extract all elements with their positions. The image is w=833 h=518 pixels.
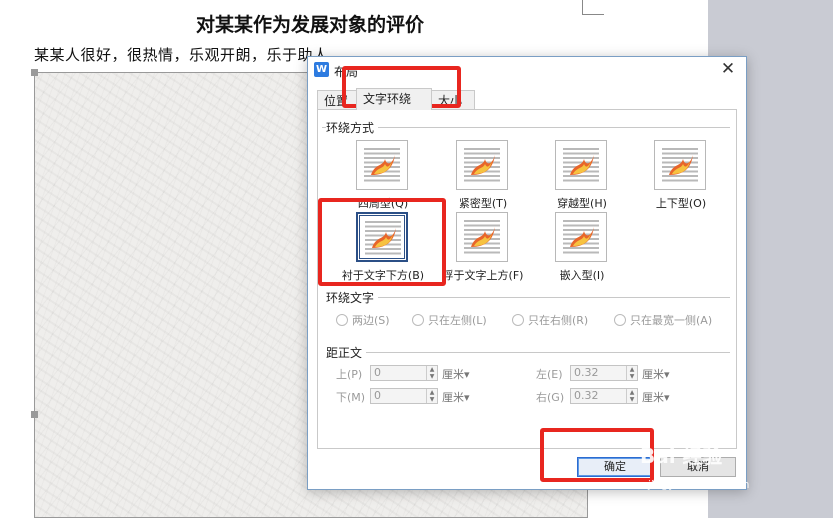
wrap-behind-text-icon bbox=[356, 212, 408, 262]
radio-label: 两边(S) bbox=[352, 314, 390, 327]
left-distance-label: 左(E) bbox=[536, 368, 563, 381]
stepper-value: 0 bbox=[374, 389, 381, 402]
radio-right-only[interactable]: 只在右侧(R) bbox=[512, 312, 588, 328]
left-distance-stepper[interactable]: 0.32 ▲ ▼ bbox=[570, 365, 638, 381]
unit-dropdown[interactable]: 厘米▾ bbox=[442, 389, 470, 405]
close-icon[interactable]: ✕ bbox=[718, 59, 738, 79]
spin-arrows-icon[interactable]: ▲ ▼ bbox=[426, 366, 437, 380]
group-divider bbox=[322, 127, 730, 128]
spin-arrows-icon[interactable]: ▲ ▼ bbox=[626, 389, 637, 403]
radio-circle-icon bbox=[336, 314, 348, 326]
radio-both-sides[interactable]: 两边(S) bbox=[336, 312, 390, 328]
right-distance-stepper[interactable]: 0.32 ▲ ▼ bbox=[570, 388, 638, 404]
wrap-option-label: 上下型(O) bbox=[655, 197, 707, 210]
document-title: 对某某作为发展对象的评价 bbox=[195, 14, 424, 36]
dialog-title: 布局 bbox=[334, 65, 359, 79]
dialog-titlebar[interactable]: W 布局 ✕ bbox=[308, 57, 746, 83]
baidu-watermark-url: jingyan.baidu.com bbox=[648, 478, 750, 491]
stepper-value: 0 bbox=[374, 366, 381, 379]
wrap-option-inline[interactable]: 嵌入型(I) bbox=[555, 212, 675, 290]
wrap-in-front-icon bbox=[456, 212, 508, 262]
radio-circle-icon bbox=[412, 314, 424, 326]
right-distance-label: 右(G) bbox=[536, 391, 565, 404]
wrap-option-label: 衬于文字下方(B) bbox=[341, 269, 425, 282]
tab-text-wrapping[interactable]: 文字环绕 bbox=[356, 88, 432, 110]
bottom-distance-stepper[interactable]: 0 ▲ ▼ bbox=[370, 388, 438, 404]
radio-circle-icon bbox=[614, 314, 626, 326]
tab-position[interactable]: 位置 bbox=[317, 90, 357, 110]
stepper-value: 0.32 bbox=[574, 366, 599, 379]
group-divider bbox=[366, 352, 730, 353]
baidu-watermark-logo: Bai 经验 bbox=[640, 444, 723, 468]
wrap-square-icon bbox=[356, 140, 408, 190]
tab-panel: 环绕方式 四周型(Q) 紧密型(T) 穿越型(H) 上下型(O) 衬于文字下方(… bbox=[317, 109, 737, 449]
wrap-option-label: 浮于文字上方(F) bbox=[442, 269, 524, 282]
resize-handle[interactable] bbox=[31, 411, 38, 418]
wrap-option-label: 四周型(Q) bbox=[357, 197, 409, 210]
radio-label: 只在最宽一侧(A) bbox=[630, 314, 713, 327]
resize-handle[interactable] bbox=[31, 69, 38, 76]
document-body-text: 某某人很好，很热情，乐观开朗，乐于助人 bbox=[34, 46, 329, 64]
radio-label: 只在左侧(L) bbox=[428, 314, 487, 327]
unit-dropdown[interactable]: 厘米▾ bbox=[642, 389, 670, 405]
unit-dropdown[interactable]: 厘米▾ bbox=[442, 366, 470, 382]
wrap-option-top-bottom[interactable]: 上下型(O) bbox=[654, 140, 774, 218]
wrap-option-label: 嵌入型(I) bbox=[559, 269, 605, 282]
radio-widest-side[interactable]: 只在最宽一侧(A) bbox=[614, 312, 712, 328]
wrap-through-icon bbox=[555, 140, 607, 190]
top-distance-label: 上(P) bbox=[336, 368, 363, 381]
radio-circle-icon bbox=[512, 314, 524, 326]
wps-app-icon: W bbox=[314, 62, 329, 77]
top-distance-stepper[interactable]: 0 ▲ ▼ bbox=[370, 365, 438, 381]
distance-group-label: 距正文 bbox=[326, 344, 363, 361]
spin-arrows-icon[interactable]: ▲ ▼ bbox=[626, 366, 637, 380]
group-divider bbox=[378, 297, 730, 298]
wrap-option-label: 紧密型(T) bbox=[458, 197, 508, 210]
wrap-inline-icon bbox=[555, 212, 607, 262]
wrap-top-bottom-icon bbox=[654, 140, 706, 190]
spin-arrows-icon[interactable]: ▲ ▼ bbox=[426, 389, 437, 403]
radio-label: 只在右侧(R) bbox=[528, 314, 589, 327]
bottom-distance-label: 下(M) bbox=[336, 391, 366, 404]
stepper-value: 0.32 bbox=[574, 389, 599, 402]
wrap-option-label: 穿越型(H) bbox=[557, 197, 607, 210]
wrap-text-group-label: 环绕文字 bbox=[326, 289, 375, 306]
wrap-style-group-label: 环绕方式 bbox=[326, 119, 379, 136]
layout-dialog: W 布局 ✕ 位置 文字环绕 大小 环绕方式 四周型(Q) 紧密型(T) 穿越型… bbox=[307, 56, 747, 490]
radio-left-only[interactable]: 只在左侧(L) bbox=[412, 312, 487, 328]
tab-size[interactable]: 大小 bbox=[431, 90, 475, 110]
wrap-tight-icon bbox=[456, 140, 508, 190]
unit-dropdown[interactable]: 厘米▾ bbox=[642, 366, 670, 382]
